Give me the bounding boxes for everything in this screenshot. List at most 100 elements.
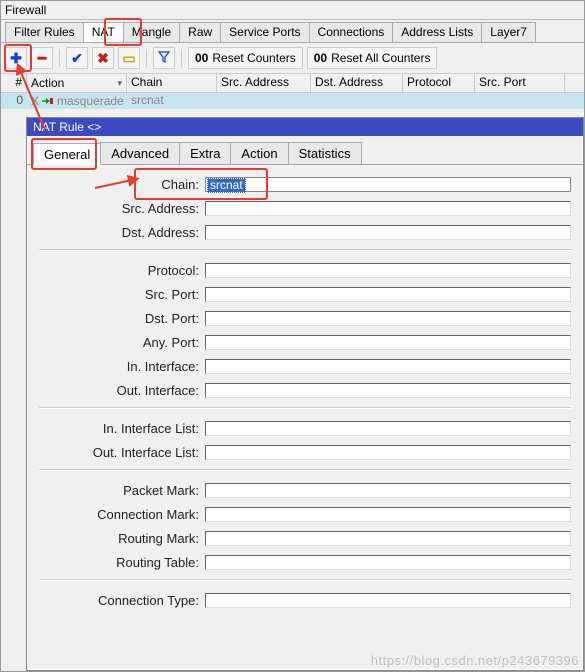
field-src-address: Src. Address: [39,199,571,217]
enable-button[interactable]: ✔ [66,47,88,69]
divider [39,407,571,409]
dialog-tab-general[interactable]: General [33,143,101,165]
minus-icon: ━ [38,50,46,67]
counter-prefix: 00 [195,51,208,65]
divider [39,579,571,581]
note-icon: ▭ [122,50,135,67]
col-protocol[interactable]: Protocol [403,74,475,92]
input-any-port[interactable] [205,335,571,350]
input-chain[interactable]: srcnat [205,177,571,192]
label-packet-mark: Packet Mark: [39,483,205,498]
check-icon: ✔ [71,50,83,67]
field-dst-address: Dst. Address: [39,223,571,241]
input-chain-value: srcnat [207,178,246,193]
toolbar-separator [181,49,182,67]
dialog-tabs: General Advanced Extra Action Statistics [27,136,583,165]
label-out-interface-list: Out. Interface List: [39,445,205,460]
input-protocol[interactable] [205,263,571,278]
label-in-interface: In. Interface: [39,359,205,374]
label-dst-address: Dst. Address: [39,225,205,240]
tab-raw[interactable]: Raw [179,22,221,42]
input-in-interface-list[interactable] [205,421,571,436]
dialog-title-bar[interactable]: NAT Rule <> [27,118,583,136]
field-protocol: Protocol: [39,261,571,279]
field-chain: Chain: srcnat [39,175,571,193]
comment-button[interactable]: ▭ [118,47,140,69]
input-in-interface[interactable] [205,359,571,374]
input-dst-port[interactable] [205,311,571,326]
input-src-address[interactable] [205,201,571,216]
label-any-port: Any. Port: [39,335,205,350]
grid-header: # Action ▾ Chain Src. Address Dst. Addre… [1,74,584,93]
tab-address-lists[interactable]: Address Lists [392,22,482,42]
row-action-label: masquerade [57,94,124,108]
label-protocol: Protocol: [39,263,205,278]
dialog-tab-advanced[interactable]: Advanced [100,142,180,164]
input-connection-type[interactable] [205,593,571,608]
field-out-interface-list: Out. Interface List: [39,443,571,461]
row-action: X masquerade [27,93,127,109]
input-routing-mark[interactable] [205,531,571,546]
tab-filter-rules[interactable]: Filter Rules [5,22,84,42]
col-chain[interactable]: Chain [127,74,217,92]
col-action[interactable]: Action ▾ [27,74,127,92]
reset-counters-label: Reset Counters [212,51,295,65]
reset-all-counters-button[interactable]: 00 Reset All Counters [307,47,438,69]
counter-prefix: 00 [314,51,327,65]
firewall-window: Firewall Filter Rules NAT Mangle Raw Ser… [0,0,585,672]
input-out-interface[interactable] [205,383,571,398]
label-routing-mark: Routing Mark: [39,531,205,546]
col-src-port[interactable]: Src. Port [475,74,565,92]
input-connection-mark[interactable] [205,507,571,522]
dialog-tab-action[interactable]: Action [230,142,288,164]
dialog-tab-statistics[interactable]: Statistics [288,142,362,164]
remove-button[interactable]: ━ [31,47,53,69]
x-icon: ✖ [97,50,109,67]
field-src-port: Src. Port: [39,285,571,303]
masquerade-icon [42,96,54,106]
nat-rule-dialog: NAT Rule <> General Advanced Extra Actio… [26,117,584,671]
col-action-label: Action [31,76,64,90]
filter-button[interactable] [153,47,175,69]
disable-button[interactable]: ✖ [92,47,114,69]
main-tabs: Filter Rules NAT Mangle Raw Service Port… [1,20,584,43]
col-num[interactable]: # [1,74,27,92]
field-in-interface: In. Interface: [39,357,571,375]
field-dst-port: Dst. Port: [39,309,571,327]
input-src-port[interactable] [205,287,571,302]
input-out-interface-list[interactable] [205,445,571,460]
divider [39,249,571,251]
funnel-icon [158,50,170,66]
input-packet-mark[interactable] [205,483,571,498]
divider [39,469,571,471]
tab-layer7[interactable]: Layer7 [481,22,536,42]
row-dst [311,93,403,109]
label-dst-port: Dst. Port: [39,311,205,326]
tab-mangle[interactable]: Mangle [123,22,180,42]
label-connection-mark: Connection Mark: [39,507,205,522]
tab-connections[interactable]: Connections [309,22,394,42]
plus-icon: ✚ [10,50,22,67]
col-dst-address[interactable]: Dst. Address [311,74,403,92]
field-routing-mark: Routing Mark: [39,529,571,547]
reset-counters-button[interactable]: 00 Reset Counters [188,47,303,69]
add-button[interactable]: ✚ [5,47,27,69]
input-routing-table[interactable] [205,555,571,570]
col-src-address[interactable]: Src. Address [217,74,311,92]
row-num: 0 [1,93,27,109]
field-packet-mark: Packet Mark: [39,481,571,499]
field-in-interface-list: In. Interface List: [39,419,571,437]
table-row[interactable]: 0 X masquerade srcnat [1,93,584,109]
row-srcport [475,93,565,109]
label-routing-table: Routing Table: [39,555,205,570]
dialog-tab-extra[interactable]: Extra [179,142,231,164]
input-dst-address[interactable] [205,225,571,240]
row-proto [403,93,475,109]
sort-indicator-icon: ▾ [117,78,122,89]
tab-nat[interactable]: NAT [83,22,124,42]
toolbar-separator [146,49,147,67]
tab-service-ports[interactable]: Service Ports [220,22,309,42]
field-routing-table: Routing Table: [39,553,571,571]
field-any-port: Any. Port: [39,333,571,351]
reset-all-counters-label: Reset All Counters [331,51,430,65]
